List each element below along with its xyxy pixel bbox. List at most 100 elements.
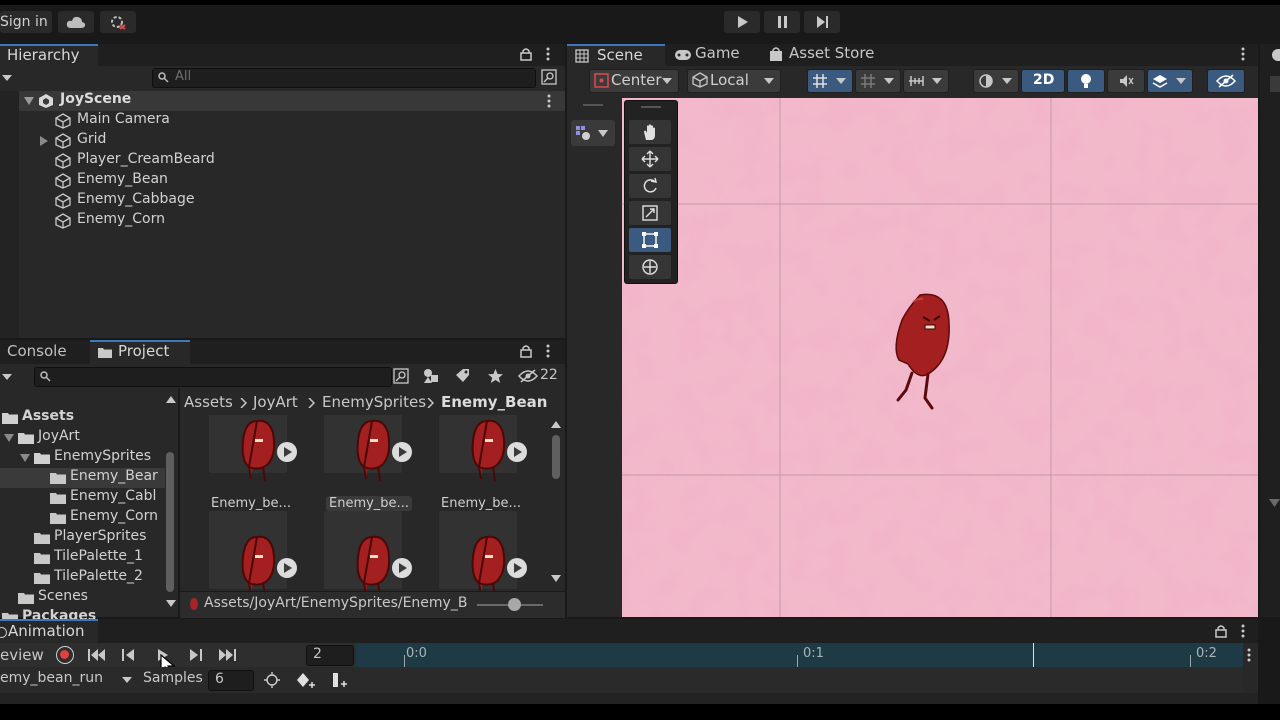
more-icon[interactable]	[545, 47, 551, 61]
samples-input[interactable]: 6	[208, 670, 254, 691]
asset-item[interactable]: Enemy_be...	[439, 415, 547, 525]
play-preview-icon[interactable]	[392, 442, 412, 462]
scene-more-icon[interactable]	[546, 94, 552, 108]
scene-search-icon[interactable]	[541, 69, 557, 85]
animation-more-icon[interactable]	[1240, 624, 1246, 638]
audio-toggle[interactable]	[1107, 69, 1145, 93]
dopesheet-row[interactable]	[356, 667, 1243, 693]
hierarchy-item[interactable]: Enemy_Corn	[19, 211, 565, 231]
key-filter-icon[interactable]	[264, 672, 280, 688]
hierarchy-search-input[interactable]: All	[152, 68, 536, 88]
add-dropdown-icon[interactable]	[2, 74, 14, 82]
project-folder[interactable]: Enemy_Corn	[0, 508, 164, 528]
lighting-toggle[interactable]	[1067, 69, 1105, 93]
asset-item[interactable]	[324, 511, 432, 591]
space-dropdown[interactable]: Local	[687, 69, 781, 93]
play-button[interactable]	[724, 11, 760, 33]
tab-animation[interactable]: Animation	[0, 619, 98, 643]
first-keyframe-icon[interactable]	[88, 649, 106, 661]
project-folder[interactable]: Assets	[0, 408, 164, 428]
clip-dropdown[interactable]: emy_bean_run	[0, 669, 138, 691]
asset-item[interactable]: Enemy_be...	[324, 415, 432, 525]
project-search-input[interactable]	[34, 367, 392, 387]
effects-dropdown[interactable]	[1147, 69, 1193, 93]
project-more-icon[interactable]	[545, 344, 551, 358]
favorite-star-icon[interactable]	[487, 368, 504, 384]
grid-scroll-thumb[interactable]	[552, 435, 560, 479]
project-folder[interactable]: TilePalette_1	[0, 548, 164, 568]
overlay-menu-button[interactable]	[571, 120, 615, 146]
lock-icon[interactable]	[520, 47, 532, 61]
transform-tool[interactable]	[629, 255, 671, 279]
hierarchy-item[interactable]: Player_CreamBeard	[19, 151, 565, 171]
folder-expand-icon[interactable]	[20, 454, 30, 462]
tab-hierarchy[interactable]: Hierarchy	[0, 44, 98, 66]
play-preview-icon[interactable]	[392, 558, 412, 578]
project-folder[interactable]: JoyArt	[0, 428, 164, 448]
breadcrumb-item-enemysprites[interactable]: EnemySprites	[322, 393, 426, 411]
record-button[interactable]	[56, 646, 74, 664]
create-dropdown-icon[interactable]	[2, 373, 14, 381]
grid-snapping-toggle[interactable]	[807, 69, 853, 93]
tree-scroll-thumb[interactable]	[166, 452, 174, 592]
project-folder[interactable]: Enemy_Cabl	[0, 488, 164, 508]
tree-scroll-up-icon[interactable]	[166, 396, 176, 403]
rect-tool[interactable]	[629, 228, 671, 252]
breadcrumb-item-joyart[interactable]: JoyArt	[253, 393, 298, 411]
inspector-scroll-icon[interactable]	[1269, 499, 1280, 507]
2d-mode-toggle[interactable]: 2D	[1021, 69, 1065, 93]
project-folder[interactable]: TilePalette_2	[0, 568, 164, 588]
hidden-packages-icon[interactable]	[518, 369, 538, 383]
move-tool[interactable]	[629, 147, 671, 171]
play-preview-icon[interactable]	[507, 558, 527, 578]
hierarchy-item[interactable]: Enemy_Cabbage	[19, 191, 565, 211]
tab-scene[interactable]: Scene	[567, 44, 665, 66]
scene-viewport[interactable]	[622, 98, 1258, 617]
hand-tool[interactable]	[629, 120, 671, 144]
breadcrumb-item-assets[interactable]: Assets	[184, 393, 233, 411]
timeline-more-icon[interactable]	[1246, 648, 1252, 662]
project-folder[interactable]: Enemy_Bear	[0, 468, 164, 488]
add-event-icon[interactable]	[331, 672, 349, 688]
scene-visibility-toggle[interactable]	[1207, 69, 1245, 93]
expand-arrow-icon[interactable]	[40, 136, 48, 146]
scale-tool[interactable]	[629, 201, 671, 225]
tree-scroll-down-icon[interactable]	[166, 600, 176, 607]
grid-scroll-down-icon[interactable]	[551, 575, 561, 582]
timeline-ruler[interactable]: 0:0 0:1 0:2	[356, 643, 1243, 667]
last-keyframe-icon[interactable]	[219, 649, 237, 661]
tab-game[interactable]: Game	[667, 44, 757, 66]
project-folder[interactable]: EnemySprites	[0, 448, 164, 468]
breadcrumb-item-enemy-bean[interactable]: Enemy_Bean	[441, 393, 547, 411]
frame-input[interactable]: 2	[306, 645, 354, 666]
search-window-icon[interactable]	[393, 368, 409, 384]
sign-in-button[interactable]: Sign in	[0, 11, 52, 33]
hierarchy-item[interactable]: Enemy_Bean	[19, 171, 565, 191]
ruler-snap-toggle[interactable]	[903, 69, 949, 93]
hierarchy-item[interactable]: Grid	[19, 131, 565, 151]
grid-scroll-up-icon[interactable]	[551, 421, 561, 428]
inspector-tab-edge[interactable]	[1272, 49, 1280, 61]
animation-lock-icon[interactable]	[1215, 624, 1227, 638]
tab-asset-store[interactable]: Asset Store	[763, 44, 883, 66]
play-preview-icon[interactable]	[277, 442, 297, 462]
pivot-dropdown[interactable]: Center	[589, 69, 679, 93]
project-lock-icon[interactable]	[520, 344, 532, 358]
zoom-slider-knob[interactable]	[508, 598, 521, 611]
tab-console[interactable]: Console	[0, 340, 88, 364]
pause-button[interactable]	[764, 11, 800, 33]
asset-item[interactable]: Enemy_be...	[209, 415, 317, 525]
project-folder[interactable]: Scenes	[0, 588, 164, 608]
asset-item[interactable]	[209, 511, 317, 591]
tab-project[interactable]: Project	[90, 340, 190, 364]
collab-button[interactable]	[100, 11, 136, 33]
asset-item[interactable]	[439, 511, 547, 591]
play-preview-icon[interactable]	[277, 558, 297, 578]
increment-snap-toggle[interactable]	[855, 69, 901, 93]
cloud-button[interactable]	[58, 11, 94, 33]
scene-more-icon[interactable]	[1240, 47, 1246, 61]
folder-expand-icon[interactable]	[4, 434, 14, 442]
expand-arrow-icon[interactable]	[24, 97, 34, 105]
scene-row[interactable]: JoyScene	[19, 91, 565, 111]
next-keyframe-icon[interactable]	[188, 649, 202, 661]
